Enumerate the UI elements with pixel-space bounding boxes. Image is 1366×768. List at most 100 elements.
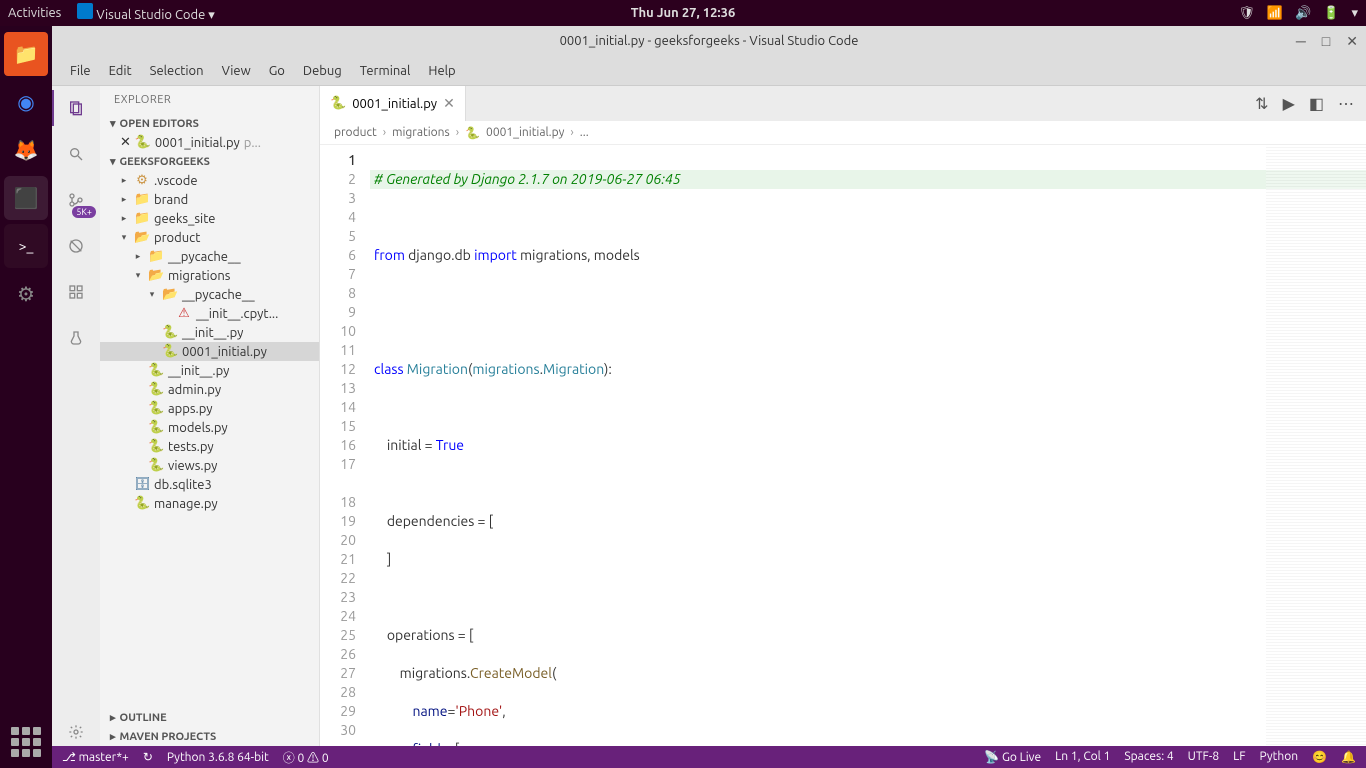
- folder-icon: 📂: [148, 268, 164, 283]
- code-editor[interactable]: 1234567891011121314151617181920212223242…: [320, 145, 1366, 746]
- menu-selection[interactable]: Selection: [142, 60, 212, 82]
- status-lang[interactable]: Python: [1260, 750, 1299, 764]
- status-problems[interactable]: ⓧ 0 ⚠ 0: [283, 749, 329, 766]
- dock-terminal[interactable]: >_: [4, 224, 48, 268]
- wifi-icon[interactable]: 📶: [1267, 6, 1283, 21]
- activity-settings[interactable]: [62, 718, 90, 746]
- python-icon: 🐍: [135, 135, 151, 150]
- close-icon[interactable]: ✕: [120, 135, 131, 150]
- python-icon: 🐍: [148, 458, 164, 473]
- shield-icon[interactable]: 🛡: [1238, 6, 1255, 21]
- menu-help[interactable]: Help: [420, 60, 463, 82]
- folder-product[interactable]: ▾📂product: [100, 228, 319, 247]
- scm-badge: 5K+: [72, 206, 96, 218]
- dock-vscode[interactable]: ⬛: [4, 176, 48, 220]
- python-icon: 🐍: [162, 325, 178, 340]
- folder-pycache[interactable]: ▸📁__pycache__: [100, 247, 319, 266]
- minimize-button[interactable]: ─: [1296, 33, 1306, 50]
- status-encoding[interactable]: UTF-8: [1188, 750, 1219, 764]
- dock-files[interactable]: 📁: [4, 32, 48, 76]
- os-topbar: Activities Visual Studio Code ▾ Thu Jun …: [0, 0, 1366, 26]
- dropdown-icon[interactable]: ▾: [1351, 6, 1358, 21]
- status-branch[interactable]: ⎇ master*+: [62, 750, 129, 764]
- file-manage[interactable]: 🐍manage.py: [100, 494, 319, 513]
- more-icon[interactable]: ⋯: [1338, 94, 1354, 113]
- file-init-cpy[interactable]: ⚠__init__.cpyt...: [100, 304, 319, 323]
- volume-icon[interactable]: 🔊: [1295, 6, 1311, 21]
- split-icon[interactable]: ◧: [1309, 94, 1324, 113]
- run-icon[interactable]: ▶: [1283, 94, 1295, 113]
- file-views[interactable]: 🐍views.py: [100, 456, 319, 475]
- menu-view[interactable]: View: [214, 60, 259, 82]
- python-icon: 🐍: [134, 496, 150, 511]
- battery-icon[interactable]: 🔋: [1323, 6, 1339, 21]
- file-0001-initial[interactable]: 🐍0001_initial.py: [100, 342, 319, 361]
- folder-icon: 📁: [148, 249, 164, 264]
- menu-go[interactable]: Go: [261, 60, 293, 82]
- python-icon: 🐍: [148, 401, 164, 416]
- dock-chromium[interactable]: ◉: [4, 80, 48, 124]
- folder-brand[interactable]: ▸📁brand: [100, 190, 319, 209]
- tab-0001-initial[interactable]: 🐍 0001_initial.py ✕: [320, 86, 466, 121]
- db-icon: 🗄: [134, 477, 150, 492]
- maximize-button[interactable]: □: [1322, 33, 1330, 50]
- activity-explorer[interactable]: [62, 94, 90, 122]
- activities-button[interactable]: Activities: [8, 6, 61, 20]
- dock-firefox[interactable]: 🦊: [4, 128, 48, 172]
- status-bell[interactable]: 🔔: [1341, 750, 1356, 764]
- status-eol[interactable]: LF: [1233, 750, 1245, 764]
- file-apps[interactable]: 🐍apps.py: [100, 399, 319, 418]
- python-icon: 🐍: [148, 363, 164, 378]
- activity-debug[interactable]: [62, 232, 90, 260]
- status-feedback[interactable]: 😊: [1312, 750, 1327, 764]
- folder-geeks-site[interactable]: ▸📁geeks_site: [100, 209, 319, 228]
- dock-settings[interactable]: ⚙: [4, 272, 48, 316]
- file-models[interactable]: 🐍models.py: [100, 418, 319, 437]
- status-python[interactable]: Python 3.6.8 64-bit: [167, 751, 269, 764]
- activity-scm[interactable]: 5K+: [62, 186, 90, 214]
- code-content[interactable]: # Generated by Django 2.1.7 on 2019-06-2…: [370, 145, 1366, 746]
- topbar-app[interactable]: Visual Studio Code ▾: [77, 3, 214, 23]
- menu-file[interactable]: File: [62, 60, 99, 82]
- breadcrumbs[interactable]: product› migrations› 🐍0001_initial.py› .…: [320, 121, 1366, 145]
- section-maven[interactable]: ▸MAVEN PROJECTS: [100, 727, 319, 746]
- error-icon: ⚠: [176, 306, 192, 321]
- section-open-editors[interactable]: ▾OPEN EDITORS: [100, 114, 319, 133]
- folder-migrations[interactable]: ▾📂migrations: [100, 266, 319, 285]
- activity-extensions[interactable]: [62, 278, 90, 306]
- menu-edit[interactable]: Edit: [101, 60, 140, 82]
- menu-debug[interactable]: Debug: [295, 60, 350, 82]
- file-admin[interactable]: 🐍admin.py: [100, 380, 319, 399]
- status-spaces[interactable]: Spaces: 4: [1124, 750, 1173, 764]
- editor-area: 🐍 0001_initial.py ✕ ⇅ ▶ ◧ ⋯ product› mig…: [320, 86, 1366, 746]
- file-init-py-1[interactable]: 🐍__init__.py: [100, 323, 319, 342]
- folder-vscode[interactable]: ▸⚙.vscode: [100, 171, 319, 190]
- open-editor-item[interactable]: ✕ 🐍 0001_initial.py p...: [100, 133, 319, 152]
- close-button[interactable]: ✕: [1346, 33, 1358, 50]
- tab-bar: 🐍 0001_initial.py ✕ ⇅ ▶ ◧ ⋯: [320, 86, 1366, 121]
- line-gutter: 1234567891011121314151617181920212223242…: [320, 145, 370, 746]
- activity-bar: 5K+: [52, 86, 100, 746]
- tab-close-icon[interactable]: ✕: [443, 95, 455, 112]
- sidebar-title: EXPLORER: [100, 86, 319, 114]
- dock-show-apps[interactable]: [8, 724, 44, 760]
- menu-terminal[interactable]: Terminal: [352, 60, 419, 82]
- python-icon: 🐍: [148, 420, 164, 435]
- vscode-window: 0001_initial.py - geeksforgeeks - Visual…: [52, 26, 1366, 768]
- clock[interactable]: Thu Jun 27, 12:36: [631, 6, 736, 20]
- file-db[interactable]: 🗄db.sqlite3: [100, 475, 319, 494]
- file-tests[interactable]: 🐍tests.py: [100, 437, 319, 456]
- status-sync[interactable]: ↻: [143, 750, 153, 764]
- activity-test[interactable]: [62, 324, 90, 352]
- file-init-py-2[interactable]: 🐍__init__.py: [100, 361, 319, 380]
- activity-search[interactable]: [62, 140, 90, 168]
- folder-icon: 📂: [134, 230, 150, 245]
- compare-icon[interactable]: ⇅: [1255, 94, 1268, 113]
- section-outline[interactable]: ▸OUTLINE: [100, 708, 319, 727]
- python-icon: 🐍: [148, 439, 164, 454]
- status-cursor[interactable]: Ln 1, Col 1: [1055, 750, 1110, 764]
- folder-pycache-2[interactable]: ▾📂__pycache__: [100, 285, 319, 304]
- status-golive[interactable]: 📡 Go Live: [984, 750, 1041, 764]
- window-title: 0001_initial.py - geeksforgeeks - Visual…: [560, 34, 859, 48]
- section-project[interactable]: ▾GEEKSFORGEEKS: [100, 152, 319, 171]
